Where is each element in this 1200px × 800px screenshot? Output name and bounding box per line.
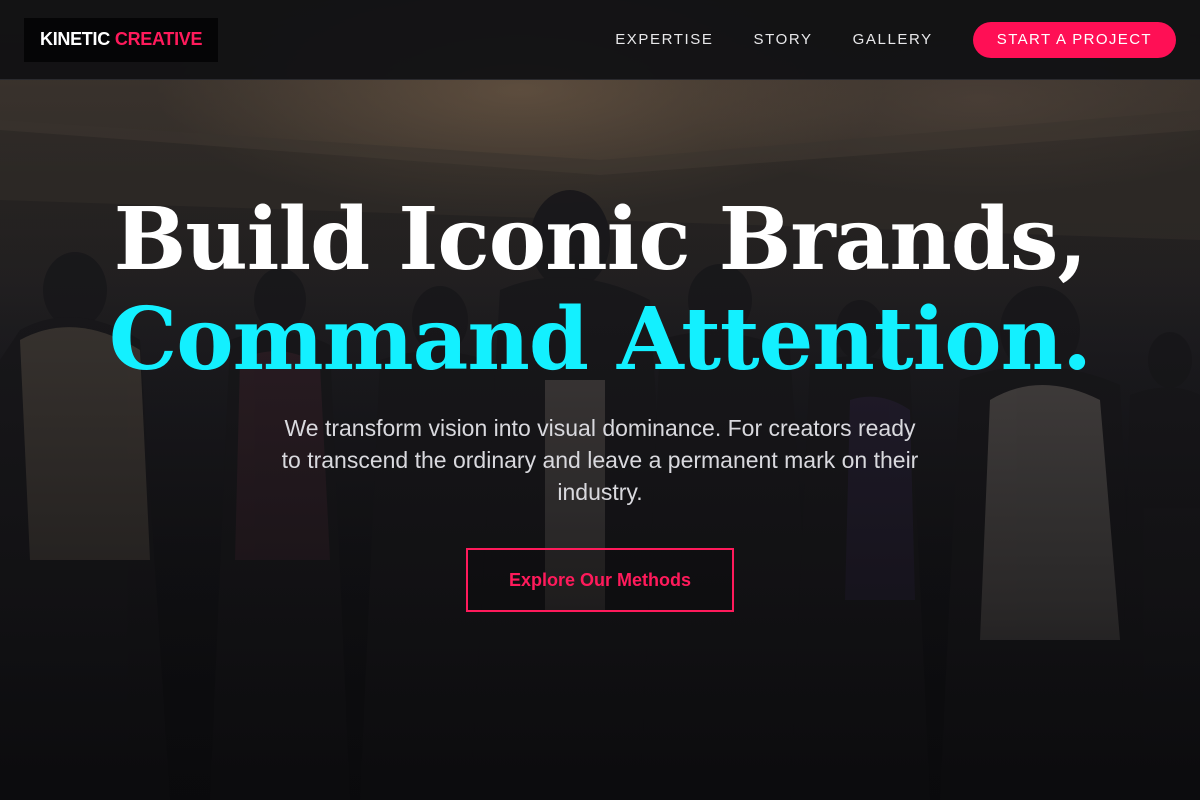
logo-word-primary: KINETIC xyxy=(40,29,110,49)
hero-section: Build Iconic Brands, Command Attention. … xyxy=(0,190,1200,612)
headline-line-1: Build Iconic Brands, xyxy=(113,189,1088,290)
nav-link-story[interactable]: STORY xyxy=(754,31,813,48)
hero-headline: Build Iconic Brands, Command Attention. xyxy=(0,190,1200,390)
start-project-button[interactable]: START A PROJECT xyxy=(972,21,1176,58)
site-header: KINETIC CREATIVE EXPERTISE STORY GALLERY… xyxy=(0,0,1200,80)
brand-logo[interactable]: KINETIC CREATIVE xyxy=(24,17,219,62)
explore-methods-button[interactable]: Explore Our Methods xyxy=(466,548,734,612)
nav-link-expertise[interactable]: EXPERTISE xyxy=(615,31,713,48)
logo-word-accent: CREATIVE xyxy=(114,29,203,49)
hero-subtext: We transform vision into visual dominanc… xyxy=(281,415,919,505)
headline-line-2: Command Attention. xyxy=(108,289,1092,390)
main-nav: EXPERTISE STORY GALLERY START A PROJECT xyxy=(615,21,1176,58)
nav-link-gallery[interactable]: GALLERY xyxy=(853,31,933,48)
